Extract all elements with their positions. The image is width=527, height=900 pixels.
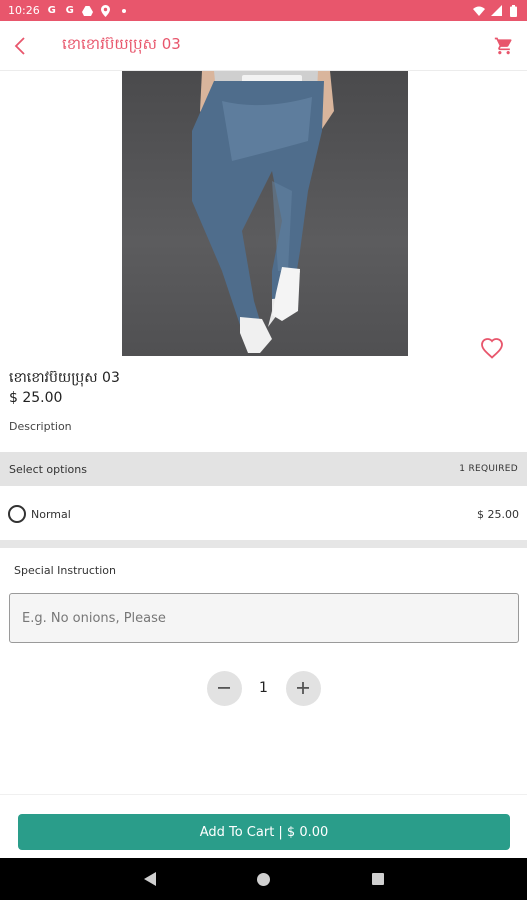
page-title: ខោខោវប៊យប្រុស 03 [62,34,181,53]
status-bar: 10:26 G G [0,0,527,21]
description-label: Description [9,420,72,433]
product-price: $ 25.00 [9,390,63,406]
square-recents-icon [371,873,384,885]
google-g-icon: G [47,5,56,16]
plus-icon [297,682,309,694]
nav-back-button[interactable] [138,867,162,891]
product-name: ខោខោវប៊យប្រុស 03 [9,370,120,386]
chevron-left-icon [14,36,25,55]
drive-icon [82,5,94,17]
options-title: Select options [9,462,87,476]
back-button[interactable] [0,21,40,71]
triangle-back-icon [143,872,156,886]
options-header: Select options 1 REQUIRED [0,452,527,486]
signal-icon [490,5,502,17]
dot-icon [118,5,130,17]
heart-icon [481,338,503,359]
bottom-panel: Add To Cart | $ 0.00 [0,794,527,858]
location-icon [100,4,112,17]
increase-quantity-button[interactable] [285,670,321,706]
required-badge: 1 REQUIRED [459,464,518,474]
add-to-cart-button[interactable]: Add To Cart | $ 0.00 [18,814,510,850]
minus-icon [218,687,230,689]
battery-icon [507,4,519,17]
nav-home-button[interactable] [252,867,276,891]
circle-home-icon [257,872,270,886]
special-instruction-label: Special Instruction [14,564,117,577]
shopping-cart-icon [494,37,512,54]
special-instruction-input[interactable] [9,593,519,643]
radio-button[interactable] [8,505,26,523]
product-image [122,71,408,356]
cart-button[interactable] [481,21,527,71]
status-time: 10:26 [8,4,40,17]
option-price: $ 25.00 [477,507,519,521]
quantity-stepper: 1 [0,670,527,706]
quantity-value: 1 [259,680,268,696]
wifi-icon [473,5,485,17]
google-g-icon: G [65,5,74,16]
app-bar: ខោខោវប៊យប្រុស 03 [0,21,527,71]
nav-recents-button[interactable] [366,867,390,891]
decrease-quantity-button[interactable] [206,670,242,706]
option-row-normal[interactable]: Normal $ 25.00 [0,492,527,536]
section-divider [0,540,527,548]
option-label: Normal [31,507,71,521]
navigation-bar [0,858,527,900]
favorite-button[interactable] [478,335,506,361]
